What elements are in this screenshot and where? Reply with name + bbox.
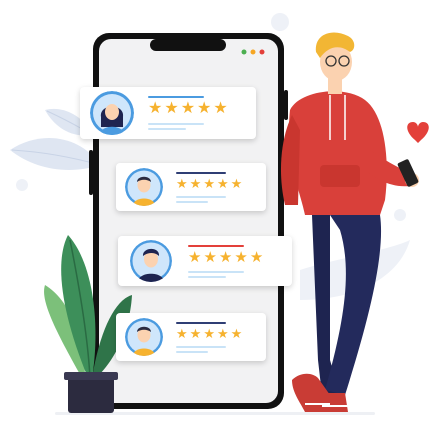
star-icon: ★ [164, 100, 179, 117]
review-text-line [176, 201, 208, 203]
star-icon: ★ [176, 176, 188, 191]
review-accent-bar [176, 172, 226, 174]
plant-pot [68, 375, 114, 413]
star-icon: ★ [213, 100, 228, 117]
star-icon: ★ [249, 249, 264, 266]
heart-icon [407, 122, 429, 143]
rating-stars: ★ ★ ★ ★ ★ [188, 250, 263, 265]
review-text-line [148, 128, 186, 130]
star-icon: ★ [189, 176, 202, 191]
review-illustration [10, 13, 429, 415]
phone-dot-orange [250, 49, 256, 55]
phone-side-button [284, 90, 288, 120]
phone-notch [150, 39, 226, 51]
star-icon: ★ [203, 249, 217, 266]
star-icon: ★ [189, 326, 202, 341]
review-card: ★ ★ ★ ★ ★ [80, 87, 256, 139]
star-icon: ★ [216, 326, 229, 341]
review-text-line [188, 271, 244, 273]
review-card: ★ ★ ★ ★ ★ [116, 163, 266, 211]
review-accent-bar [176, 322, 226, 324]
phone-side-button [89, 150, 93, 195]
star-icon: ★ [197, 100, 212, 117]
review-text-line [148, 123, 204, 125]
man-avatar [125, 168, 163, 206]
star-icon: ★ [234, 249, 248, 266]
star-icon: ★ [188, 249, 202, 266]
star-icon: ★ [230, 326, 243, 341]
review-card: ★ ★ ★ ★ ★ [116, 313, 266, 361]
rating-stars: ★ ★ ★ ★ ★ [176, 327, 242, 340]
star-icon: ★ [148, 100, 163, 117]
bg-dot [271, 13, 289, 31]
review-card: ★ ★ ★ ★ ★ [118, 236, 292, 286]
man-avatar [125, 318, 163, 356]
man-figure [280, 32, 419, 412]
rating-stars: ★ ★ ★ ★ ★ [176, 177, 242, 190]
hoodie-pocket [320, 165, 360, 187]
star-icon: ★ [203, 176, 215, 191]
review-text-line [176, 196, 226, 198]
review-text-line [176, 351, 208, 353]
woman-avatar [90, 91, 134, 135]
star-icon: ★ [230, 176, 243, 191]
rating-stars: ★ ★ ★ ★ ★ [148, 101, 228, 117]
review-accent-bar [188, 245, 244, 247]
phone-dot-green [241, 49, 247, 55]
bg-dot [394, 209, 406, 221]
star-icon: ★ [180, 100, 196, 117]
star-icon: ★ [218, 249, 233, 266]
review-text-line [176, 346, 226, 348]
bg-dot [16, 179, 28, 191]
review-text-line [188, 276, 226, 278]
plant-pot-rim [64, 372, 118, 380]
review-accent-bar [148, 96, 204, 98]
man-dark-hair-avatar [130, 240, 172, 282]
star-icon: ★ [203, 326, 215, 341]
star-icon: ★ [176, 326, 188, 341]
phone-dot-red [259, 49, 265, 55]
star-icon: ★ [216, 176, 229, 191]
